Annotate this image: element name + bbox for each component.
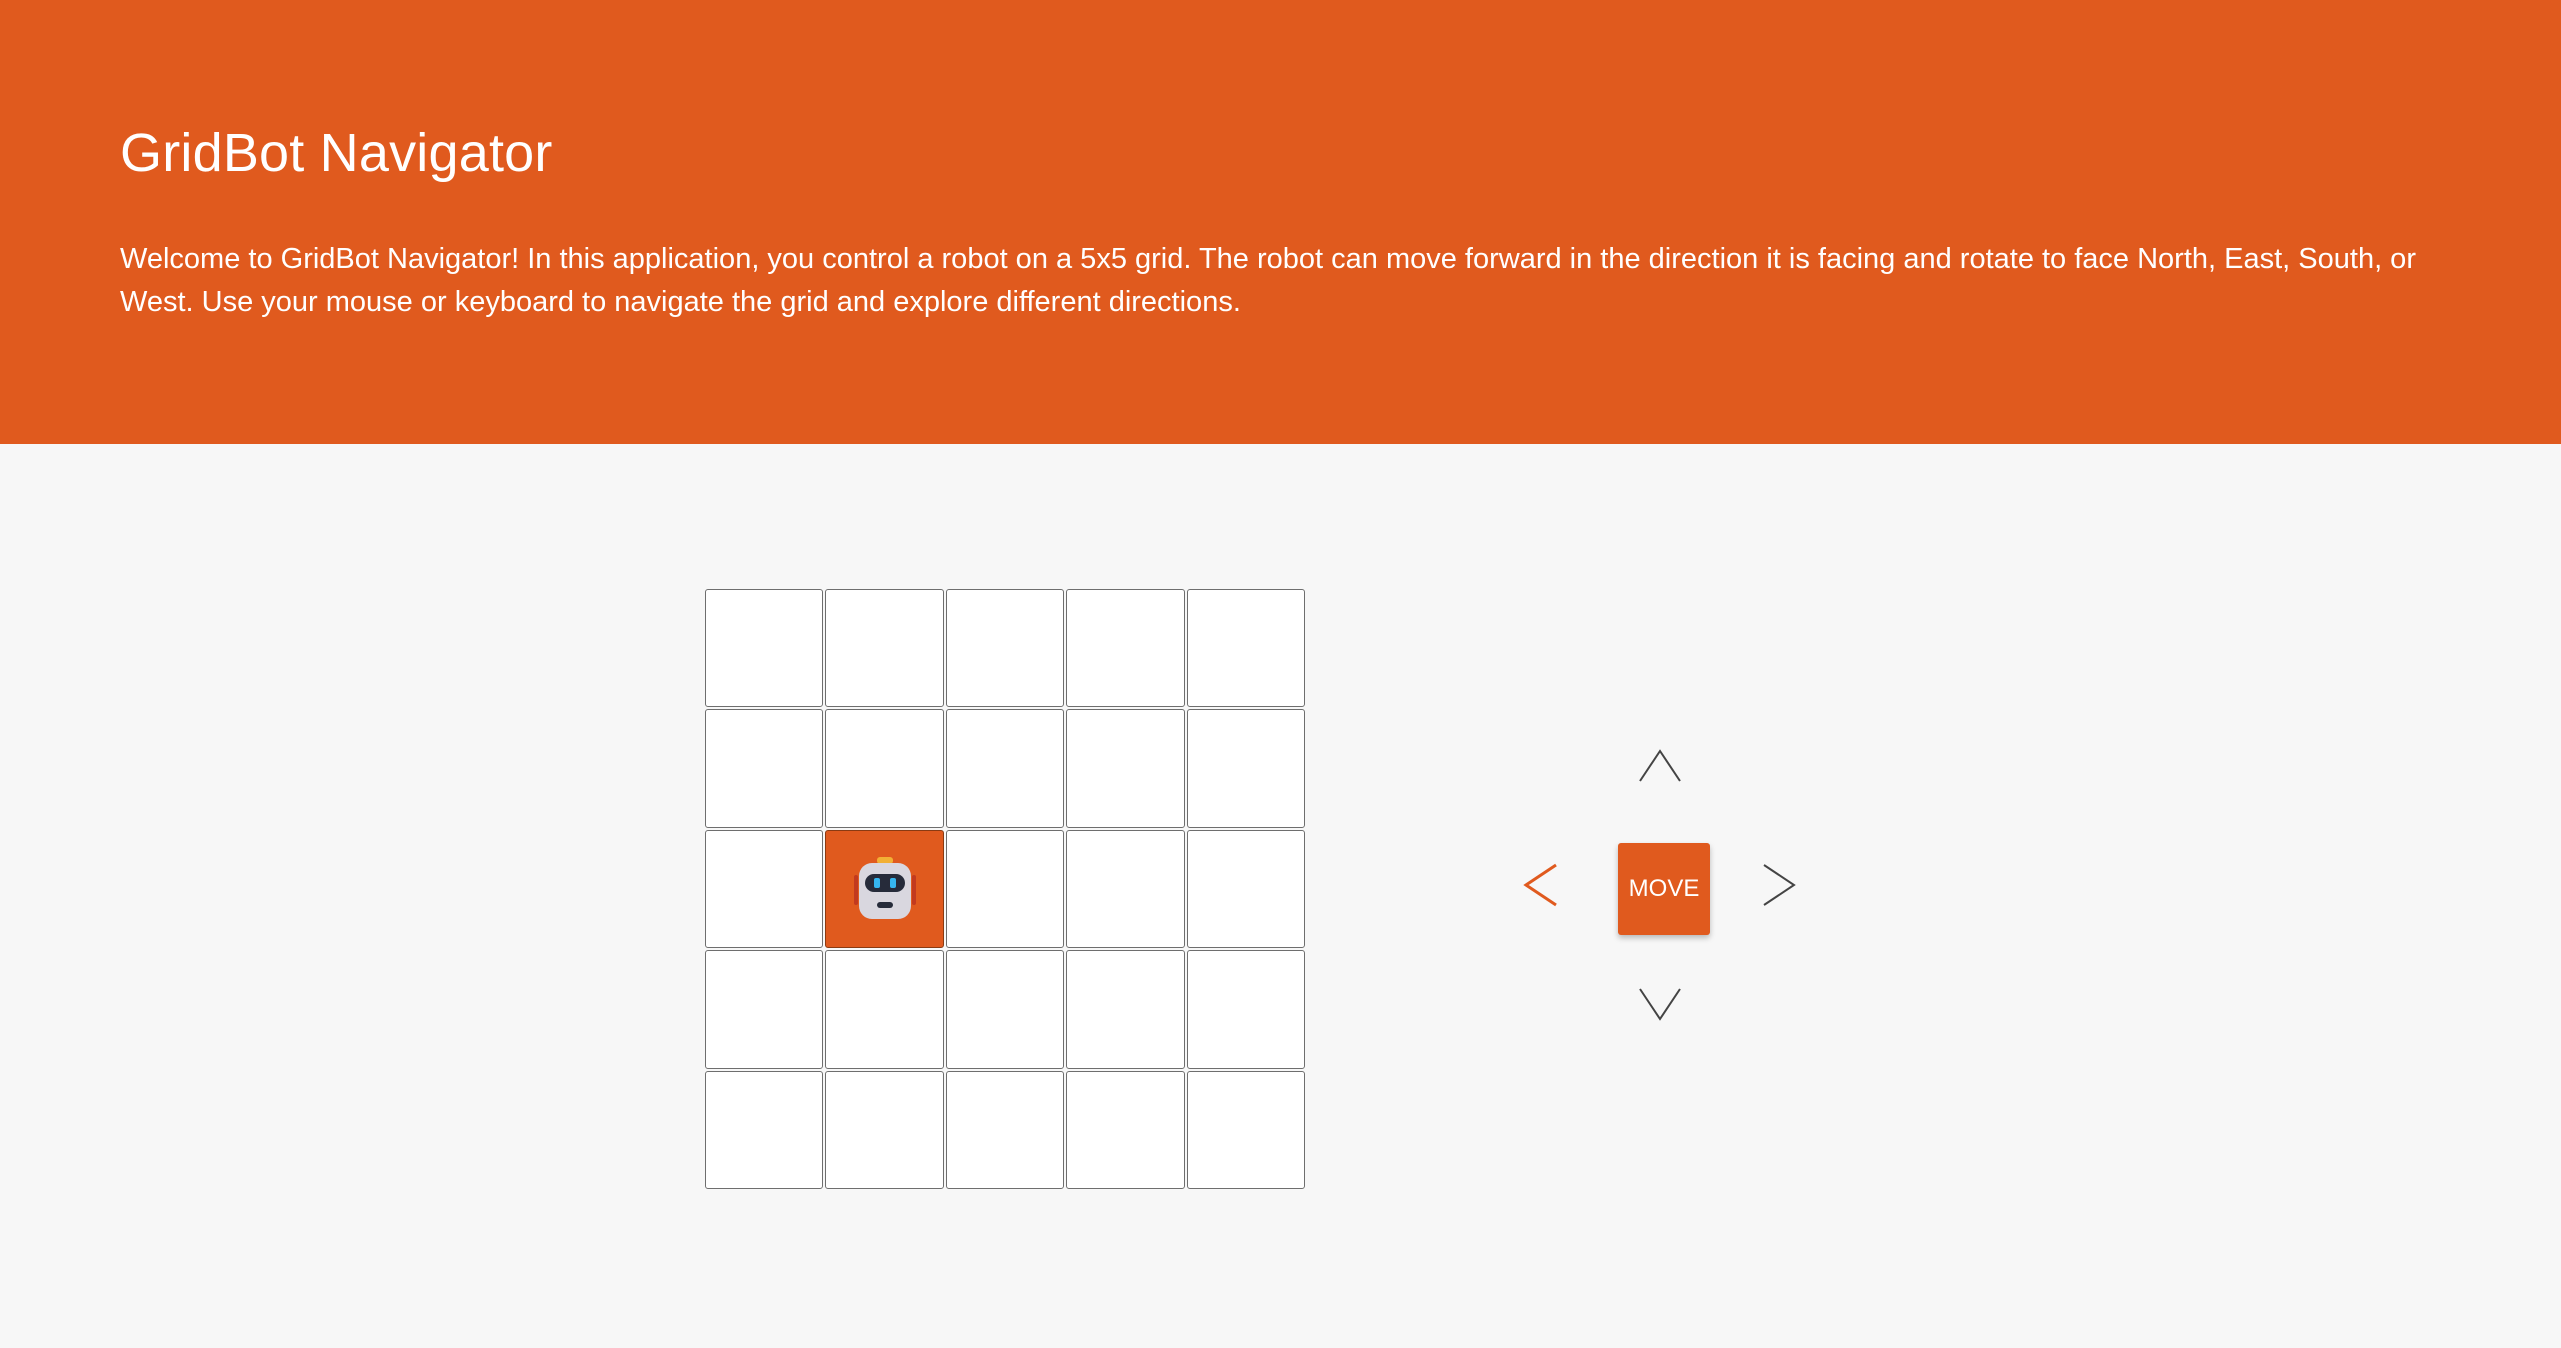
grid-cell[interactable]	[1066, 1070, 1185, 1189]
grid-cell[interactable]	[705, 709, 824, 828]
page-title: GridBot Navigator	[120, 123, 553, 183]
grid-cell[interactable]	[1066, 829, 1185, 949]
app-header: GridBot Navigator Welcome to GridBot Nav…	[0, 0, 2561, 444]
grid-cell[interactable]	[1066, 950, 1185, 1069]
grid-cell[interactable]	[825, 709, 944, 828]
grid-cell[interactable]	[825, 1070, 944, 1189]
grid-cell-robot[interactable]	[825, 829, 944, 949]
grid-cell[interactable]	[705, 1070, 824, 1189]
direction-controls: MOVE	[1510, 735, 1810, 1035]
turn-west-button[interactable]	[1510, 855, 1570, 915]
grid-cell[interactable]	[1186, 829, 1305, 949]
grid-cell[interactable]	[945, 950, 1065, 1069]
grid-cell[interactable]	[945, 829, 1065, 949]
chevron-up-icon	[1639, 749, 1681, 782]
turn-east-button[interactable]	[1750, 855, 1810, 915]
grid-cell[interactable]	[1186, 709, 1305, 828]
grid-cell[interactable]	[1186, 1070, 1305, 1189]
grid-cell[interactable]	[705, 829, 824, 949]
grid-cell[interactable]	[705, 950, 824, 1069]
grid-cell[interactable]	[945, 589, 1065, 708]
robot-grid	[704, 588, 1306, 1190]
grid-cell[interactable]	[1186, 950, 1305, 1069]
turn-south-button[interactable]	[1630, 975, 1690, 1035]
grid-cell[interactable]	[705, 589, 824, 708]
move-button[interactable]: MOVE	[1618, 843, 1710, 935]
chevron-down-icon	[1639, 988, 1681, 1021]
grid-cell[interactable]	[825, 589, 944, 708]
robot-icon	[853, 856, 916, 919]
chevron-right-icon	[1763, 864, 1796, 906]
grid-cell[interactable]	[1066, 709, 1185, 828]
chevron-left-icon	[1523, 863, 1557, 907]
app-description: Welcome to GridBot Navigator! In this ap…	[120, 243, 2416, 318]
grid-cell[interactable]	[1066, 589, 1185, 708]
grid-cell[interactable]	[825, 950, 944, 1069]
turn-north-button[interactable]	[1630, 735, 1690, 795]
grid-cell[interactable]	[945, 1070, 1065, 1189]
grid-cell[interactable]	[945, 709, 1065, 828]
grid-cell[interactable]	[1186, 589, 1305, 708]
